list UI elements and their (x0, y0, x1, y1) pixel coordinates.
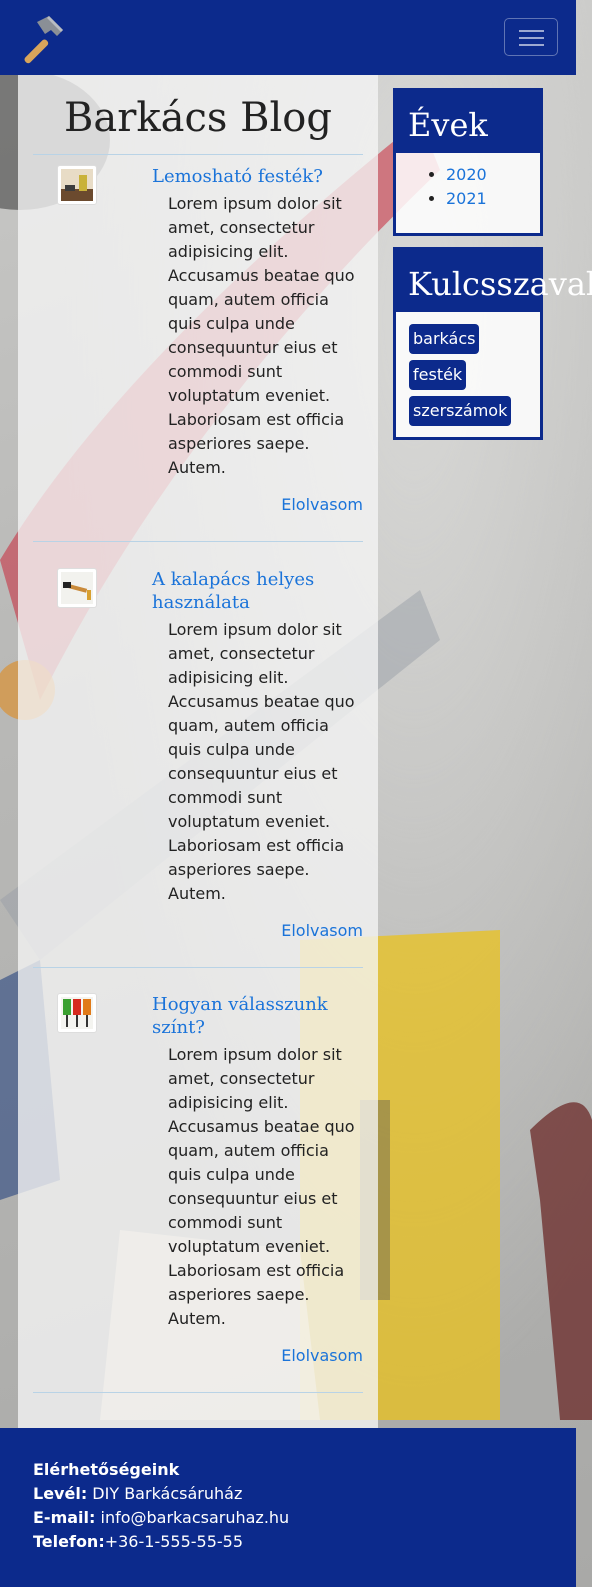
post-thumbnail[interactable] (57, 165, 97, 205)
post-excerpt: Lorem ipsum dolor sit amet, consectetur … (168, 620, 355, 903)
post-title[interactable]: A kalapács helyes használata (152, 568, 362, 614)
divider (33, 154, 363, 155)
year-item: 2020 (446, 163, 540, 187)
divider (33, 541, 363, 542)
keyword-tag-festek[interactable]: festék (409, 360, 467, 390)
post-thumbnail[interactable] (57, 993, 97, 1033)
letter-label: Levél: (33, 1484, 88, 1503)
letter-value: DIY Barkácsáruház (87, 1484, 243, 1503)
contact-heading: Elérhetőségeink (33, 1460, 180, 1479)
keywords-widget: Kulcsszavak barkács festék szerszámok (393, 247, 592, 440)
phone-label: Telefon: (33, 1532, 105, 1551)
blog-title: Barkács Blog (64, 95, 332, 141)
hammer-icon[interactable] (15, 12, 67, 64)
read-more-link[interactable]: Elolvasom (243, 495, 363, 514)
year-link-2021[interactable]: 2021 (446, 189, 487, 208)
paint-wall-thumbnail (61, 169, 93, 201)
post-thumbnail[interactable] (57, 568, 97, 608)
read-more-link[interactable]: Elolvasom (243, 1346, 363, 1365)
email-value[interactable]: info@barkacsaruhaz.hu (95, 1508, 289, 1527)
keyword-tag-barkacs[interactable]: barkács (409, 324, 480, 354)
years-list: 2020 2021 (396, 163, 540, 211)
phone-value[interactable]: +36-1-555-55-55 (105, 1532, 243, 1551)
blog-main: Barkács Blog Lemosható festék? Lorem ips… (18, 75, 378, 1428)
years-widget: Évek 2020 2021 (393, 88, 543, 236)
hamburger-icon (519, 30, 544, 32)
hammer-nail-thumbnail (61, 572, 93, 604)
post-excerpt: Lorem ipsum dolor sit amet, consectetur … (168, 1045, 355, 1328)
contact-info: Elérhetőségeink Levél: DIY Barkácsáruház… (33, 1458, 289, 1554)
year-link-2020[interactable]: 2020 (446, 165, 487, 184)
post-excerpt: Lorem ipsum dolor sit amet, consectetur … (168, 194, 355, 477)
keyword-tags: barkács festék szerszámok (396, 312, 540, 432)
navbar-toggle-button[interactable] (504, 18, 558, 56)
post-title[interactable]: Hogyan válasszunk színt? (152, 993, 362, 1039)
paint-rollers-thumbnail (61, 997, 93, 1029)
navbar (0, 0, 576, 75)
divider (33, 967, 363, 968)
hamburger-line (519, 37, 544, 39)
years-title: Évek (396, 91, 540, 153)
keywords-title: Kulcsszavak (396, 250, 592, 312)
footer: Elérhetőségeink Levél: DIY Barkácsáruház… (0, 1428, 576, 1587)
email-label: E-mail: (33, 1508, 96, 1527)
read-more-link[interactable]: Elolvasom (243, 921, 363, 940)
hamburger-line (519, 44, 544, 46)
year-item: 2021 (446, 187, 540, 211)
divider (33, 1392, 363, 1393)
keyword-tag-szerszamok[interactable]: szerszámok (409, 396, 512, 426)
post-title[interactable]: Lemosható festék? (152, 165, 362, 188)
